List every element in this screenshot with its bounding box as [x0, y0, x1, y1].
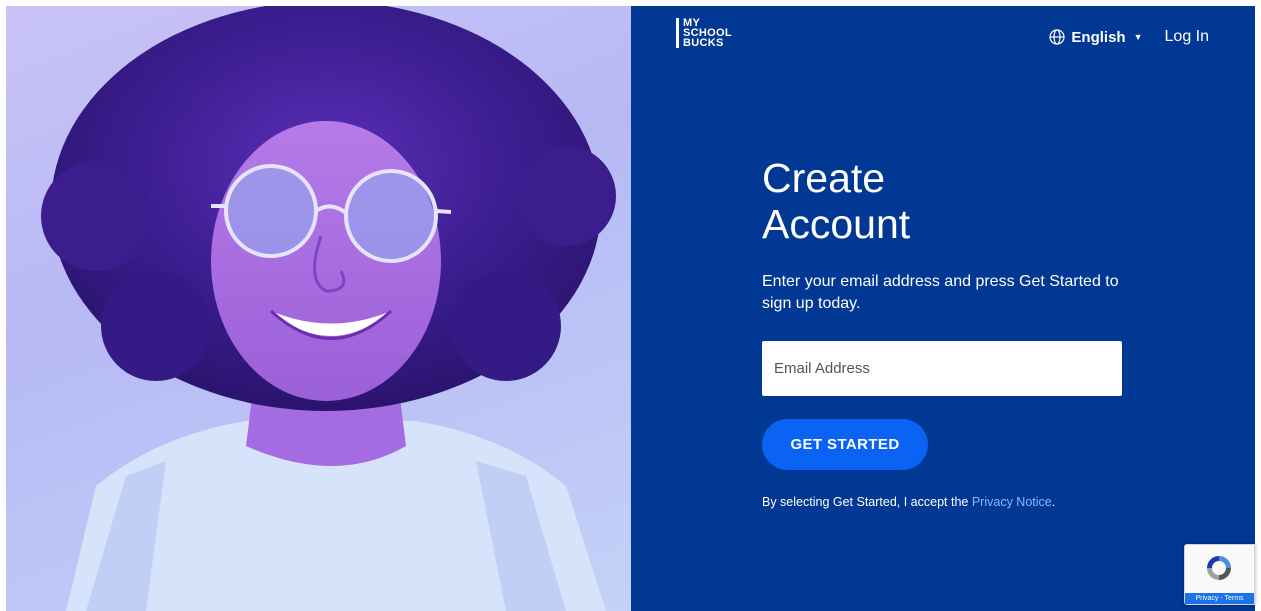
signup-page: MY SCHOOL BUCKS English ▼ Log In Create …	[0, 0, 1261, 611]
language-label: English	[1071, 28, 1126, 46]
consent-text: By selecting Get Started, I accept the P…	[762, 495, 1124, 509]
recaptcha-icon	[1207, 556, 1231, 580]
top-nav: English ▼ Log In	[1049, 28, 1209, 46]
language-selector[interactable]: English ▼	[1049, 28, 1143, 46]
hero-photo	[6, 6, 631, 611]
recaptcha-footer[interactable]: Privacy - Terms	[1185, 593, 1254, 604]
consent-suffix: .	[1051, 495, 1056, 509]
title-line-1: Create	[762, 155, 886, 201]
signup-panel: MY SCHOOL BUCKS English ▼ Log In Create …	[631, 6, 1255, 611]
signup-instructions: Enter your email address and press Get S…	[762, 273, 1119, 312]
logo-line-3: BUCKS	[683, 37, 724, 49]
email-input[interactable]	[762, 341, 1122, 396]
page-title: Create Account	[762, 155, 1124, 247]
signup-form: Create Account Enter your email address …	[762, 155, 1124, 509]
recaptcha-badge[interactable]: Privacy - Terms	[1184, 544, 1255, 605]
globe-icon	[1049, 29, 1066, 45]
consent-prefix: By selecting Get Started, I accept the	[762, 495, 972, 509]
logo-text: MY SCHOOL BUCKS	[683, 18, 732, 49]
logo-bar	[676, 18, 679, 48]
myschoolbucks-logo[interactable]: MY SCHOOL BUCKS	[676, 18, 732, 49]
get-started-button[interactable]: GET STARTED	[762, 419, 928, 470]
title-line-2: Account	[762, 201, 911, 247]
login-link[interactable]: Log In	[1165, 28, 1209, 46]
caret-down-icon: ▼	[1133, 32, 1143, 42]
smiling-student-image	[41, 6, 616, 611]
privacy-notice-link[interactable]: Privacy Notice	[972, 495, 1052, 509]
